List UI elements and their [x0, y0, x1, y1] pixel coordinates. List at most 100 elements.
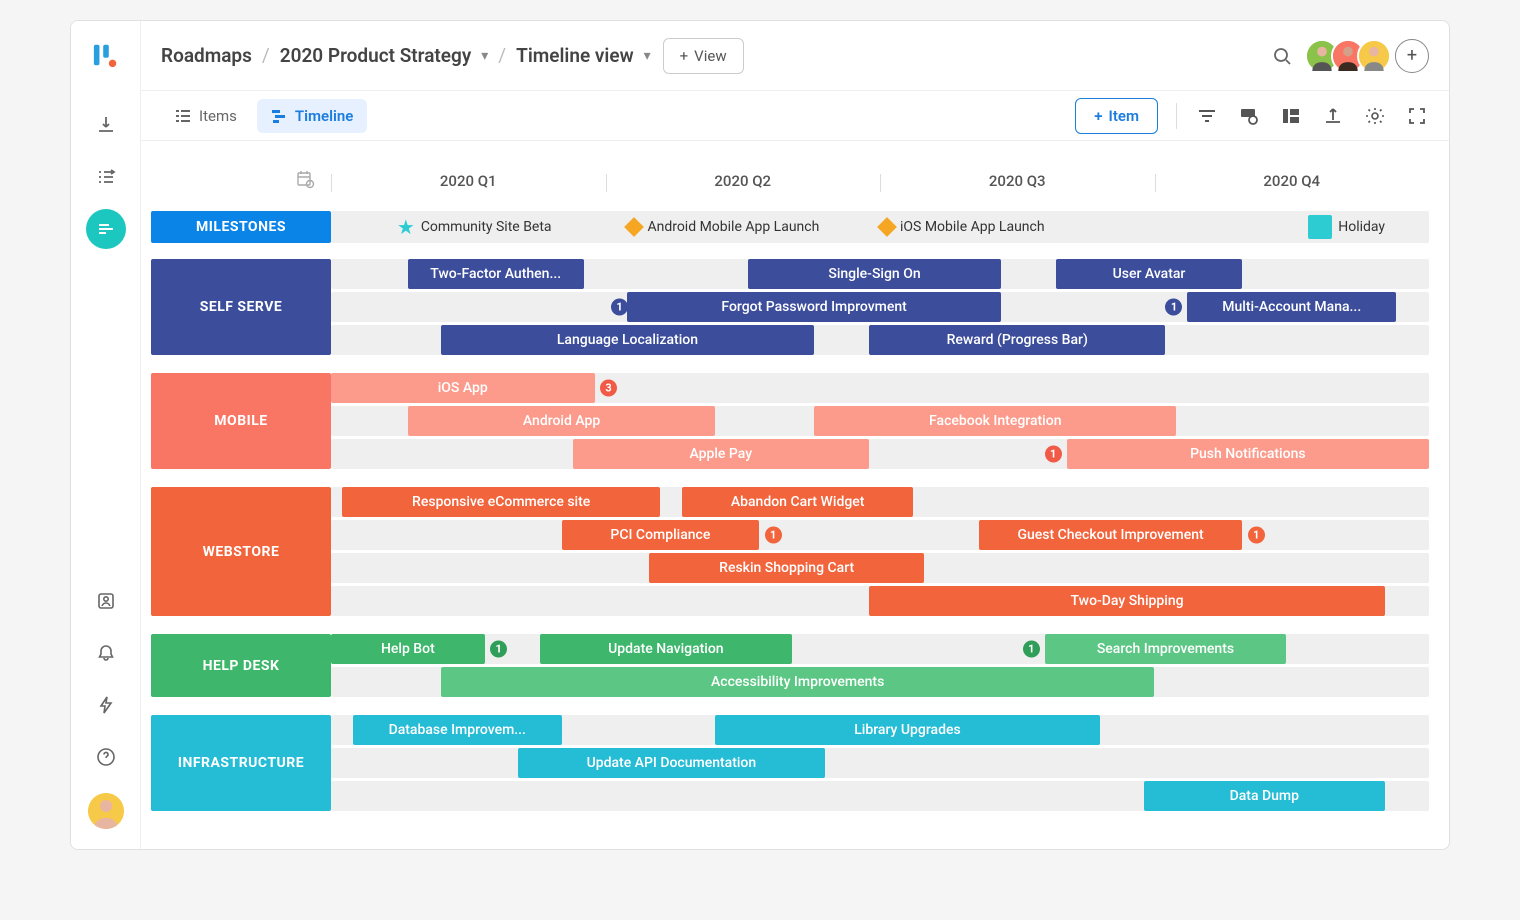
- milestone[interactable]: iOS Mobile App Launch: [880, 219, 1045, 235]
- plus-icon: +: [1094, 107, 1102, 125]
- timeline-bar[interactable]: Android App: [408, 406, 715, 436]
- chevron-down-icon[interactable]: ▾: [481, 48, 488, 64]
- count-badge[interactable]: 3: [600, 380, 617, 397]
- chevron-down-icon[interactable]: ▾: [644, 48, 651, 64]
- timeline-bar[interactable]: iOS App: [331, 373, 595, 403]
- swimlane-row: Two-Day Shipping: [331, 586, 1429, 616]
- timeline-bar[interactable]: Two-Day Shipping: [869, 586, 1385, 616]
- quarter-header: 2020 Q3: [880, 172, 1155, 190]
- timeline-bar[interactable]: Abandon Cart Widget: [682, 487, 913, 517]
- tab-timeline[interactable]: Timeline: [257, 99, 367, 133]
- swimlane-row: Two-Factor Authen... Single-Sign On User A…: [331, 259, 1429, 289]
- timeline-bar[interactable]: Language Localization: [441, 325, 814, 355]
- collaborator-avatars: +: [1305, 39, 1429, 73]
- search-icon[interactable]: [1267, 41, 1297, 71]
- count-badge[interactable]: 1: [1045, 446, 1062, 463]
- swimlane-label: INFRASTRUCTURE: [151, 715, 331, 811]
- add-collaborator-button[interactable]: +: [1395, 39, 1429, 73]
- count-badge[interactable]: 1: [1248, 527, 1265, 544]
- timeline-bar[interactable]: Single-Sign On: [748, 259, 1001, 289]
- milestone-label: Holiday: [1338, 219, 1385, 235]
- dependencies-icon[interactable]: [1237, 104, 1261, 128]
- breadcrumb: Roadmaps / 2020 Product Strategy ▾ / Tim…: [161, 44, 651, 67]
- add-view-label: View: [694, 47, 726, 65]
- block-icon: [1308, 215, 1332, 239]
- activity-icon[interactable]: [86, 685, 126, 725]
- breadcrumb-root[interactable]: Roadmaps: [161, 44, 252, 67]
- fullscreen-icon[interactable]: [1405, 104, 1429, 128]
- tab-items-label: Items: [199, 107, 237, 125]
- timeline-bar[interactable]: Database Improvem...: [353, 715, 562, 745]
- plus-icon: +: [680, 47, 689, 65]
- swimlane-row: Help Bot 1 Update Navigation 1 Search Improv…: [331, 634, 1429, 664]
- timeline-bar[interactable]: Library Upgrades: [715, 715, 1099, 745]
- roadmap-icon[interactable]: [86, 209, 126, 249]
- swimlane-row: 1Forgot Password Improvment1Multi-Accoun…: [331, 292, 1429, 322]
- add-view-button[interactable]: + View: [663, 38, 744, 74]
- swimlane-row: Language Localization Reward (Progress Ba…: [331, 325, 1429, 355]
- tab-items[interactable]: Items: [161, 99, 251, 133]
- filter-icon[interactable]: [1195, 104, 1219, 128]
- swimlane-row: Android App Facebook Integration: [331, 406, 1429, 436]
- timeline-bar[interactable]: Forgot Password Improvment: [627, 292, 1000, 322]
- avatar[interactable]: [1357, 39, 1391, 73]
- timeline-bar[interactable]: Facebook Integration: [814, 406, 1176, 436]
- count-badge[interactable]: 1: [1023, 641, 1040, 658]
- timeline-bar[interactable]: PCI Compliance: [562, 520, 760, 550]
- swimlane-row: Database Improvem... Library Upgrades: [331, 715, 1429, 745]
- count-badge[interactable]: 1: [765, 527, 782, 544]
- star-icon: ★: [397, 215, 415, 239]
- swimlane-row: Apple Pay 1 Push Notifications: [331, 439, 1429, 469]
- timeline-bar[interactable]: Responsive eCommerce site: [342, 487, 660, 517]
- milestone-label: Community Site Beta: [421, 219, 552, 235]
- import-icon[interactable]: [86, 105, 126, 145]
- timeline-bar[interactable]: Multi-Account Mana...: [1187, 292, 1396, 322]
- layout-icon[interactable]: [1279, 104, 1303, 128]
- divider: [1176, 103, 1177, 129]
- diamond-icon: [625, 217, 645, 237]
- swimlane-webstore: WEBSTORE Responsive eCommerce site Abandon…: [141, 487, 1429, 616]
- tasks-icon[interactable]: [86, 157, 126, 197]
- timeline-bar[interactable]: Data Dump: [1144, 781, 1386, 811]
- swimlane-row: PCI Compliance 1 Guest Checkout Improvemen…: [331, 520, 1429, 550]
- count-badge[interactable]: 1: [490, 641, 507, 658]
- timeline-bar[interactable]: Search Improvements: [1045, 634, 1287, 664]
- timeline-bar[interactable]: Apple Pay: [573, 439, 869, 469]
- timeline-bar[interactable]: Help Bot: [331, 634, 485, 664]
- view-toolbar: Items Timeline + Item: [141, 91, 1449, 141]
- swimlane-row: Data Dump: [331, 781, 1429, 811]
- diamond-icon: [877, 217, 897, 237]
- date-settings-icon[interactable]: [141, 169, 331, 193]
- swimlane-selfserve: SELF SERVETwo-Factor Authen...Single-Sig…: [141, 259, 1429, 355]
- current-user-avatar[interactable]: [88, 793, 124, 829]
- swimlane-label: MOBILE: [151, 373, 331, 469]
- milestone[interactable]: Holiday: [1308, 215, 1385, 239]
- timeline-bar[interactable]: Reskin Shopping Cart: [649, 553, 924, 583]
- count-badge[interactable]: 1: [1165, 299, 1182, 316]
- breadcrumb-view[interactable]: Timeline view: [516, 44, 633, 67]
- timeline-bar[interactable]: Two-Factor Authen...: [408, 259, 584, 289]
- contacts-icon[interactable]: [86, 581, 126, 621]
- timeline-bar[interactable]: Accessibility Improvements: [441, 667, 1155, 697]
- timeline-bar[interactable]: Reward (Progress Bar): [869, 325, 1165, 355]
- swimlane-row: Accessibility Improvements: [331, 667, 1429, 697]
- milestone[interactable]: Android Mobile App Launch: [627, 219, 819, 235]
- swimlane-infra: INFRASTRUCTURE Database Improvem... Librar…: [141, 715, 1429, 811]
- milestone[interactable]: ★ Community Site Beta: [397, 215, 552, 239]
- timeline-bar[interactable]: Update API Documentation: [518, 748, 825, 778]
- count-badge[interactable]: 1: [611, 299, 628, 316]
- notifications-icon[interactable]: [86, 633, 126, 673]
- timeline-bar[interactable]: Push Notifications: [1067, 439, 1429, 469]
- milestone-label: Android Mobile App Launch: [647, 219, 819, 235]
- add-item-button[interactable]: + Item: [1075, 98, 1158, 134]
- timeline-bar[interactable]: User Avatar: [1056, 259, 1243, 289]
- app-logo[interactable]: [92, 41, 120, 69]
- swimlane-label: WEBSTORE: [151, 487, 331, 616]
- settings-icon[interactable]: [1363, 104, 1387, 128]
- breadcrumb-roadmap[interactable]: 2020 Product Strategy: [280, 44, 472, 67]
- help-icon[interactable]: [86, 737, 126, 777]
- timeline-bar[interactable]: Update Navigation: [540, 634, 793, 664]
- export-icon[interactable]: [1321, 104, 1345, 128]
- swimlane-row: Update API Documentation: [331, 748, 1429, 778]
- timeline-bar[interactable]: Guest Checkout Improvement: [979, 520, 1243, 550]
